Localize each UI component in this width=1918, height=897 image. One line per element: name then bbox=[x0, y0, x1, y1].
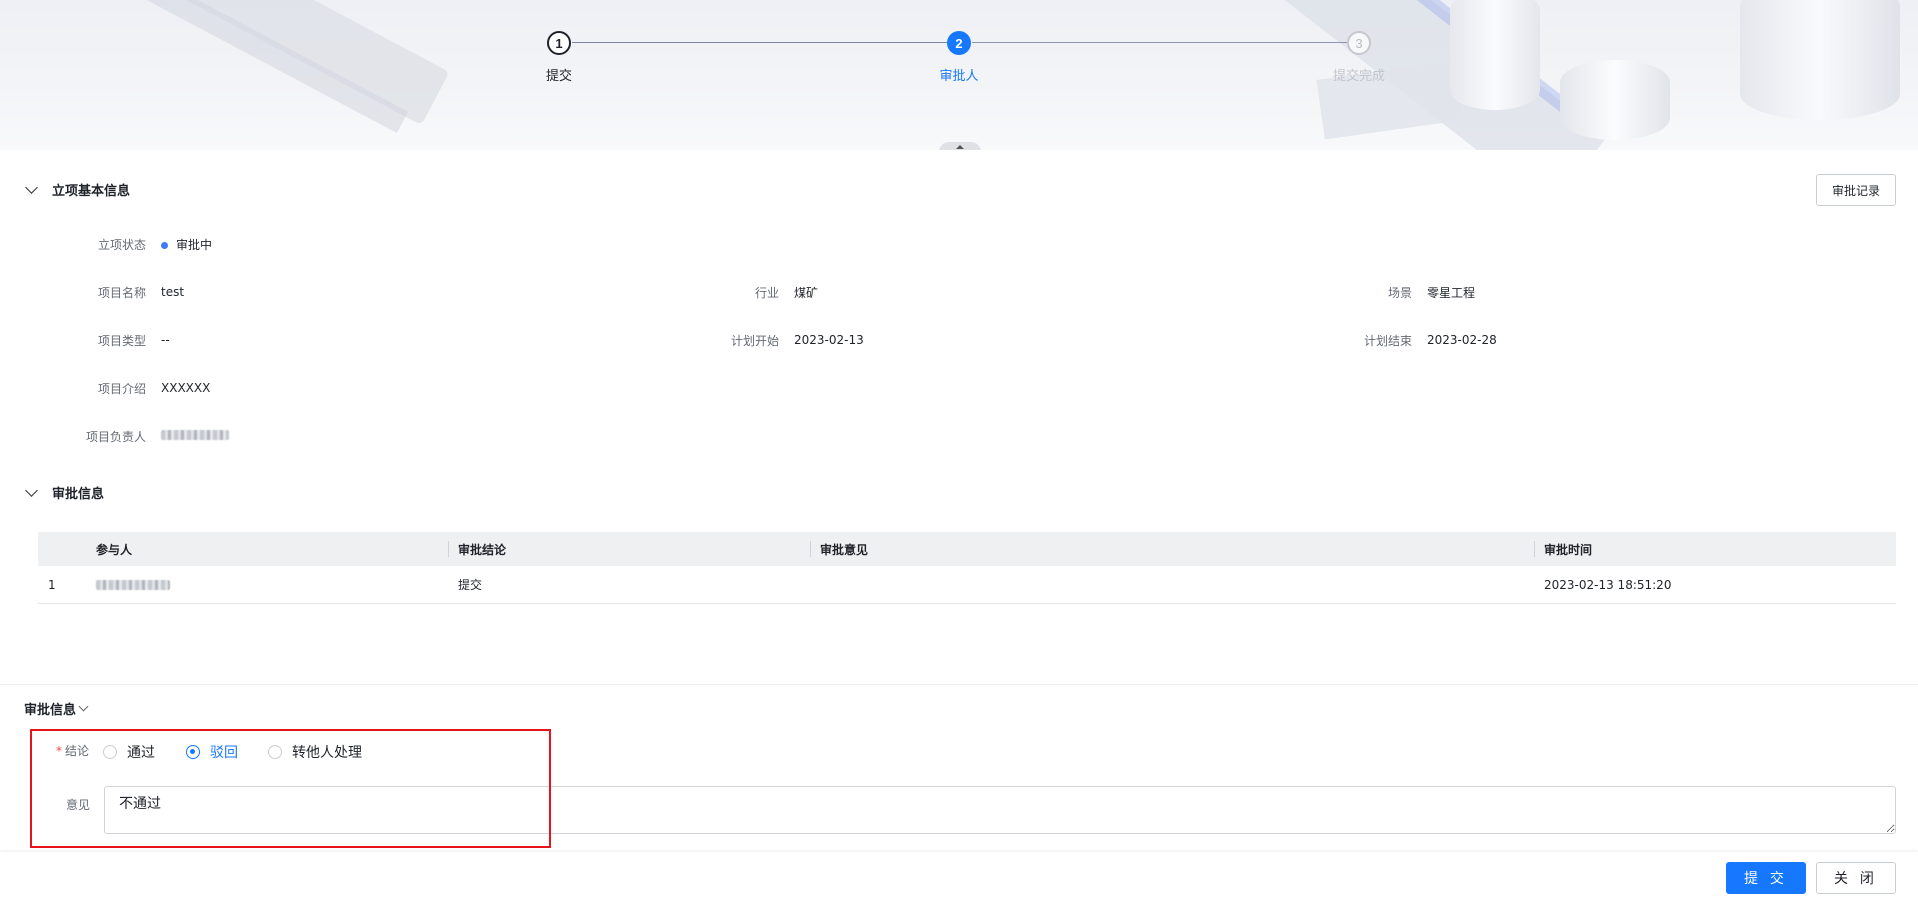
field-plan-start: 计划开始 2023-02-13 bbox=[680, 330, 864, 350]
chevron-down-icon bbox=[25, 181, 38, 194]
field-label: 立项状态 bbox=[97, 237, 146, 252]
row-participant bbox=[96, 566, 448, 603]
basic-info-title: 立项基本信息 bbox=[52, 184, 131, 199]
field-value: 2023-02-13 bbox=[794, 333, 864, 347]
collapse-header-toggle[interactable] bbox=[939, 142, 981, 150]
field-value: 煤矿 bbox=[794, 285, 819, 300]
step-1-circle: 1 bbox=[547, 31, 571, 55]
header-opinion: 审批意见 bbox=[810, 532, 1534, 566]
annotation-highlight-box bbox=[30, 729, 551, 848]
footer-bar bbox=[0, 852, 1918, 897]
approval-table: 参与人 审批结论 审批意见 审批时间 1 提交 2023-02-13 18:51… bbox=[38, 532, 1896, 604]
field-status: 立项状态 审批中 bbox=[60, 234, 212, 254]
submit-button[interactable]: 提 交 bbox=[1726, 862, 1806, 894]
field-value: XXXXXX bbox=[161, 381, 211, 395]
field-label: 计划开始 bbox=[730, 333, 779, 348]
progress-stepper: 1 2 3 提交 审批人 提交完成 bbox=[0, 0, 1918, 100]
field-plan-end: 计划结束 2023-02-28 bbox=[1312, 330, 1497, 350]
field-value: test bbox=[161, 285, 185, 299]
status-text: 审批中 bbox=[176, 237, 213, 252]
section-divider bbox=[0, 684, 1918, 685]
chevron-down-icon bbox=[78, 701, 89, 712]
step-connector bbox=[972, 42, 1348, 43]
approval-info-section-header[interactable]: 审批信息 bbox=[25, 483, 105, 502]
field-value: 2023-02-28 bbox=[1427, 333, 1497, 347]
field-label: 行业 bbox=[754, 285, 779, 300]
step-1-label: 提交 bbox=[545, 69, 572, 84]
close-button[interactable]: 关 闭 bbox=[1816, 862, 1896, 894]
field-project-type: 项目类型 -- bbox=[60, 330, 170, 350]
status-value: 审批中 bbox=[161, 236, 212, 253]
field-label: 计划结束 bbox=[1363, 333, 1412, 348]
step-2-label: 审批人 bbox=[939, 69, 979, 84]
status-dot-icon bbox=[161, 241, 168, 249]
field-value: -- bbox=[161, 333, 170, 347]
header-index bbox=[38, 532, 96, 566]
step-3-circle: 3 bbox=[1347, 31, 1371, 55]
header-conclusion: 审批结论 bbox=[448, 532, 810, 566]
step-connector bbox=[572, 42, 948, 43]
field-project-name: 项目名称 test bbox=[60, 282, 184, 302]
approval-form-title: 审批信息 bbox=[24, 703, 77, 718]
field-intro: 项目介绍 XXXXXX bbox=[60, 378, 210, 398]
redacted-name bbox=[161, 430, 229, 440]
owner-value-redacted bbox=[161, 429, 229, 443]
basic-info-section-header[interactable]: 立项基本信息 bbox=[25, 180, 131, 199]
table-header: 参与人 审批结论 审批意见 审批时间 bbox=[38, 532, 1896, 566]
field-owner: 项目负责人 bbox=[60, 426, 229, 446]
field-value: 零星工程 bbox=[1427, 285, 1476, 300]
field-label: 场景 bbox=[1387, 285, 1412, 300]
chevron-down-icon bbox=[25, 484, 38, 497]
header-time: 审批时间 bbox=[1534, 532, 1896, 566]
field-industry: 行业 煤矿 bbox=[680, 282, 818, 302]
field-label: 项目名称 bbox=[97, 285, 146, 300]
field-label: 项目负责人 bbox=[85, 429, 146, 444]
step-3-label: 提交完成 bbox=[1332, 69, 1385, 84]
row-time: 2023-02-13 18:51:20 bbox=[1544, 577, 1672, 592]
field-label: 项目类型 bbox=[97, 333, 146, 348]
step-2-circle: 2 bbox=[947, 31, 971, 55]
redacted-name bbox=[96, 579, 170, 590]
header-participant: 参与人 bbox=[96, 542, 133, 557]
field-scene: 场景 零星工程 bbox=[1312, 282, 1475, 302]
row-conclusion: 提交 bbox=[458, 578, 483, 592]
approval-record-button[interactable]: 审批记录 bbox=[1816, 174, 1896, 206]
row-opinion bbox=[810, 566, 1534, 603]
table-row: 1 提交 2023-02-13 18:51:20 bbox=[38, 566, 1896, 604]
row-index: 1 bbox=[48, 577, 56, 592]
header-banner: 1 2 3 提交 审批人 提交完成 bbox=[0, 0, 1918, 150]
approval-info-title: 审批信息 bbox=[52, 487, 105, 502]
approval-form-header[interactable]: 审批信息 bbox=[24, 699, 89, 718]
field-label: 项目介绍 bbox=[97, 381, 146, 396]
